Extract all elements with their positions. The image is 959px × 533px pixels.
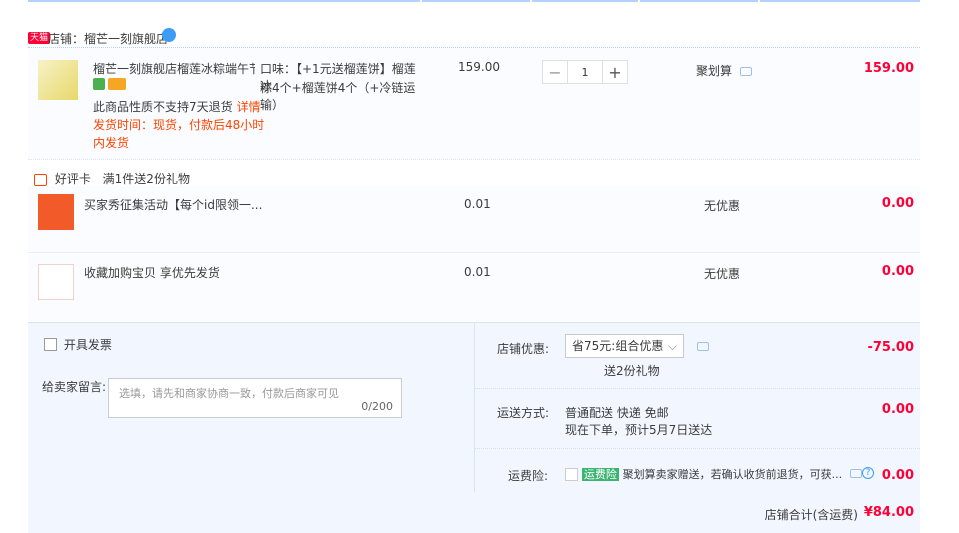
discount-select[interactable]: 省75元:组合优惠 ⌵ bbox=[565, 334, 684, 358]
help-icon[interactable]: ? bbox=[862, 467, 874, 479]
invoice-option[interactable]: 开具发票 bbox=[44, 336, 112, 353]
gift-price: 0.01 bbox=[464, 265, 491, 279]
total-amount: ¥84.00 bbox=[863, 505, 914, 520]
quantity-stepper[interactable]: − 1 + bbox=[542, 60, 628, 84]
gift-label: 好评卡 bbox=[54, 172, 91, 186]
tmall-badge: 天猫 bbox=[28, 32, 51, 44]
divider bbox=[474, 448, 920, 449]
insurance-text: 聚划算卖家赠送，若确认收货前退货，可获... bbox=[622, 468, 843, 481]
return-policy-note: 此商品性质不支持7天退货 详情 bbox=[93, 98, 261, 115]
insurance-tag: 运费险 bbox=[581, 468, 619, 481]
discount-selected: 省75元:组合优惠 bbox=[572, 339, 664, 353]
shop-name[interactable]: 店铺：榴芒一刻旗舰店 bbox=[48, 30, 168, 47]
item-subtotal: 159.00 bbox=[863, 61, 914, 76]
message-textarea[interactable]: 选填，请先和商家协商一致，付款后商家可见 0/200 bbox=[108, 378, 402, 418]
shop-total-bar: 店铺合计(含运费) ¥84.00 bbox=[28, 492, 920, 533]
invoice-label: 开具发票 bbox=[63, 338, 112, 352]
shipping-line2: 现在下单，预计5月7日送达 bbox=[565, 423, 713, 437]
product-title[interactable]: 榴芒一刻旗舰店榴莲冰粽端午节... bbox=[93, 60, 255, 77]
gift-thumbnail[interactable] bbox=[38, 194, 74, 230]
gift-icon bbox=[34, 173, 47, 186]
comment-icon[interactable] bbox=[697, 342, 709, 351]
comment-icon[interactable] bbox=[739, 67, 752, 76]
comment-icon[interactable] bbox=[850, 469, 862, 478]
wangwang-chat-icon[interactable] bbox=[162, 28, 176, 42]
gift-title[interactable]: 收藏加购宝贝 享优先发货 bbox=[84, 264, 220, 281]
insurance-amount: 0.00 bbox=[881, 468, 914, 483]
decrease-button[interactable]: − bbox=[543, 61, 567, 83]
discount-sub: 送2份礼物 bbox=[604, 364, 660, 378]
product-thumbnail[interactable] bbox=[38, 60, 78, 100]
shipping-label: 运送方式: bbox=[497, 406, 550, 420]
insurance-option[interactable]: 运费险 聚划算卖家赠送，若确认收货前退货，可获... bbox=[565, 466, 842, 482]
gift-thumbnail[interactable] bbox=[38, 264, 74, 300]
promo-label: 聚划算 bbox=[696, 62, 752, 79]
ship-time-line1: 发货时间：现货，付款后48小时 bbox=[93, 118, 265, 132]
gift-subtotal: 0.00 bbox=[881, 196, 914, 211]
order-item-row: 榴芒一刻旗舰店榴莲冰粽端午节... 此商品性质不支持7天退货 详情 发货时间：现货… bbox=[28, 48, 920, 160]
gift-promo: 无优惠 bbox=[704, 267, 741, 281]
increase-button[interactable]: + bbox=[603, 61, 627, 83]
return-policy-text: 此商品性质不支持7天退货 bbox=[93, 100, 233, 114]
char-counter: 0/200 bbox=[361, 400, 393, 413]
chevron-down-icon: ⌵ bbox=[667, 339, 677, 353]
discount-amount: -75.00 bbox=[867, 340, 914, 355]
quantity-input[interactable]: 1 bbox=[567, 61, 603, 83]
total-label: 店铺合计(含运费) bbox=[764, 508, 858, 522]
gift-header: 好评卡 满1件送2份礼物 bbox=[34, 170, 190, 187]
insurance-checkbox[interactable] bbox=[565, 467, 578, 481]
gift-row: 买家秀征集活动【每个id限领一... 0.01 无优惠 0.00 bbox=[28, 186, 920, 253]
divider bbox=[474, 388, 920, 389]
gift-promo: 无优惠 bbox=[704, 199, 741, 213]
invoice-checkbox[interactable] bbox=[44, 338, 57, 351]
top-divider bbox=[28, 0, 920, 4]
shop-header: 天猫 店铺：榴芒一刻旗舰店 bbox=[28, 22, 920, 48]
promo-text: 聚划算 bbox=[696, 64, 733, 78]
ship-time-line2: 内发货 bbox=[93, 136, 130, 150]
unit-price: 159.00 bbox=[458, 60, 500, 74]
gift-row: 收藏加购宝贝 享优先发货 0.01 无优惠 0.00 bbox=[28, 254, 920, 321]
discount-label: 店铺优惠: bbox=[497, 342, 550, 356]
gift-title[interactable]: 买家秀征集活动【每个id限领一... bbox=[84, 196, 262, 213]
gift-rule: 满1件送2份礼物 bbox=[102, 172, 190, 186]
gift-subtotal: 0.00 bbox=[881, 264, 914, 279]
insurance-label: 运费险: bbox=[508, 469, 549, 483]
message-placeholder: 选填，请先和商家协商一致，付款后商家可见 bbox=[119, 387, 339, 400]
shipping-amount: 0.00 bbox=[881, 402, 914, 417]
message-label: 给卖家留言: bbox=[42, 380, 107, 394]
flavor-line2: 粽4个+榴莲饼4个（+冷链运输） bbox=[260, 81, 416, 112]
details-link[interactable]: 详情 bbox=[237, 100, 261, 114]
shipping-line1: 普通配送 快递 免邮 bbox=[565, 406, 669, 420]
guarantee-icon bbox=[93, 78, 105, 90]
gift-price: 0.01 bbox=[464, 197, 491, 211]
credit-card-icon bbox=[108, 78, 126, 90]
